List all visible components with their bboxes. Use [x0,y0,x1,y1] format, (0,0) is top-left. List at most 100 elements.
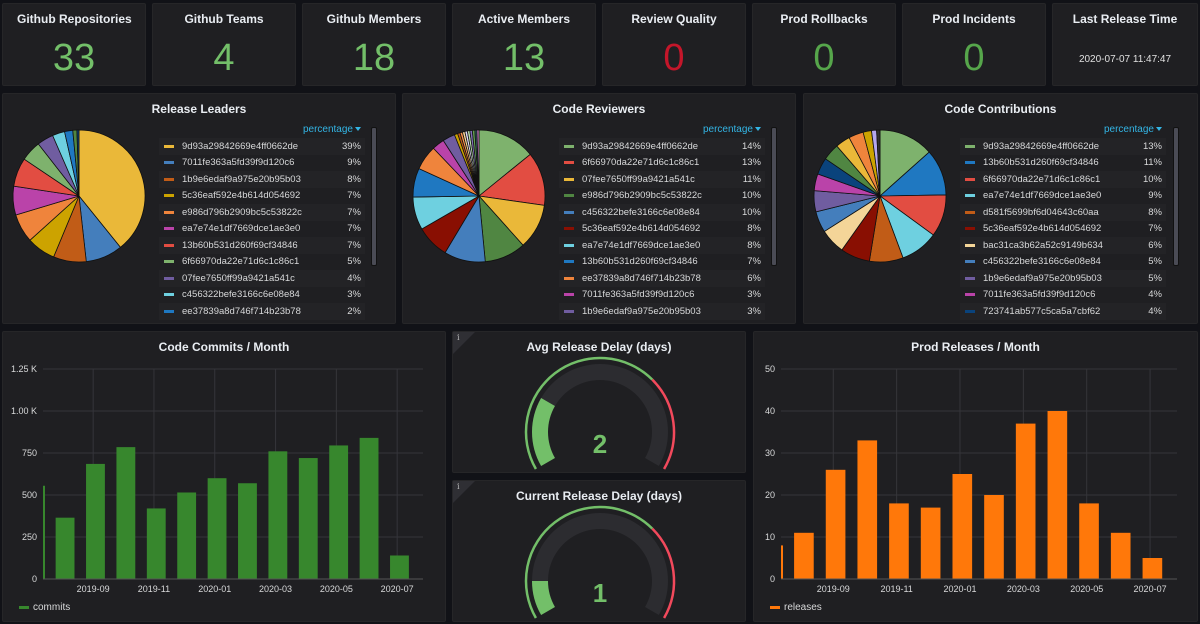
legend-item[interactable]: ea7e74e1df7669dce1ae3e0 9% [960,188,1166,205]
bar-2020-01[interactable] [952,474,973,579]
bar-2020-05[interactable] [1079,503,1099,579]
bar-2019-12[interactable] [920,507,941,579]
stat-title[interactable]: Review Quality [603,12,745,26]
pie-panel-title[interactable]: Code Contributions [804,102,1197,116]
legend-item[interactable]: 7011fe363a5fd39f9d120c6 9% [159,155,365,172]
legend-item[interactable]: 1b9e6edaf9a975e20b95b03 5% [960,270,1166,287]
bar-2019-09[interactable] [86,463,105,579]
stat-title[interactable]: Github Teams [153,12,295,26]
legend-value: 10% [741,206,761,218]
bar-2019-11[interactable] [146,508,166,579]
legend-scrollbar[interactable] [771,127,777,266]
bar-2019-08[interactable] [55,517,75,579]
bar-2020-01[interactable] [207,478,227,579]
bar-2019-10[interactable] [116,447,136,579]
legend-item[interactable]: 07fee7650ff99a9421a541c 4% [159,270,365,287]
bar-2020-02[interactable] [984,495,1004,579]
legend-item[interactable]: 7011fe363a5fd39f9d120c6 3% [559,287,765,304]
bar-2019-12[interactable] [177,492,197,579]
bar-2019-07[interactable] [781,545,783,579]
legend-item[interactable]: 07fee7650ff99a9421a541c 11% [559,171,765,188]
legend-item[interactable]: 5c36eaf592e4b614d054692 8% [559,221,765,238]
bar-2019-08[interactable] [794,532,814,579]
stat-title[interactable]: Prod Rollbacks [753,12,895,26]
releases-legend[interactable]: releases [770,602,822,613]
legend-rows: 9d93a29842669e4ff0662de 13% 13b60b531d260f… [960,138,1166,320]
stat-title[interactable]: Last Release Time [1053,12,1197,26]
stat-title[interactable]: Github Members [303,12,445,26]
bar-2020-02[interactable] [238,483,257,579]
releases-legend-label: releases [784,602,822,613]
bar-2019-10[interactable] [857,440,878,579]
legend-swatch [564,276,574,280]
legend-item[interactable]: c456322befe3166c6e08e84 3% [159,287,365,304]
stat-title[interactable]: Github Repositories [17,12,145,26]
legend-item[interactable]: 9d93a29842669e4ff0662de 13% [960,138,1166,155]
legend-item[interactable]: 9d93a29842669e4ff0662de 14% [559,138,765,155]
legend-value: 39% [341,140,361,152]
y-tick-label: 10 [765,532,775,542]
legend-label: 13b60b531d260f69cf34846 [983,157,1099,169]
y-tick-label: 750 [22,448,37,458]
bar-2020-03[interactable] [1015,423,1036,579]
legend-item[interactable]: 13b60b531d260f69cf34846 11% [960,155,1166,172]
legend-sort-header[interactable]: percentage [159,122,365,138]
legend-sort-header[interactable]: percentage [559,122,765,138]
x-tick-label: 2019-11 [138,584,170,594]
legend-item[interactable]: c456322befe3166c6e08e84 10% [559,204,765,221]
legend-item[interactable]: 1b9e6edaf9a975e20b95b03 3% [559,303,765,320]
bar-2020-04[interactable] [298,458,318,579]
legend-item[interactable]: d581f5699bf6d04643c60aa 8% [960,204,1166,221]
bar-2019-11[interactable] [889,503,909,579]
legend-item[interactable]: ee37839a8d746f714b23b78 6% [559,270,765,287]
legend-value: 4% [1148,289,1162,301]
legend-item[interactable]: 9d93a29842669e4ff0662de 39% [159,138,365,155]
legend-item[interactable]: c456322befe3166c6e08e84 5% [960,254,1166,271]
legend-item[interactable]: 6f66970da22e71d6c1c86c1 13% [559,155,765,172]
legend-item[interactable]: 7011fe363a5fd39f9d120c6 4% [960,287,1166,304]
legend-scrollbar[interactable] [1173,127,1179,266]
legend-scrollbar[interactable] [371,127,377,266]
stat-title[interactable]: Active Members [453,12,595,26]
legend-sort-header[interactable]: percentage [960,122,1166,138]
legend-label: 7011fe363a5fd39f9d120c6 [983,289,1096,301]
legend-label: 9d93a29842669e4ff0662de [182,140,299,152]
legend-item[interactable]: 6f66970da22e71d6c1c86c1 10% [960,171,1166,188]
legend-item[interactable]: bac31ca3b62a52c9149b634 6% [960,237,1166,254]
legend-label: 7011fe363a5fd39f9d120c6 [182,157,295,169]
legend-item[interactable]: 13b60b531d260f69cf34846 7% [159,237,365,254]
legend-item[interactable]: 1b9e6edaf9a975e20b95b03 8% [159,171,365,188]
bar-2019-07[interactable] [43,485,45,579]
pie-panel-title[interactable]: Release Leaders [3,102,395,116]
bar-2020-03[interactable] [268,451,288,579]
legend-item[interactable]: 5c36eaf592e4b614d054692 7% [960,221,1166,238]
stat-panel-active-members: Active Members 13 [452,3,596,86]
legend-label: 7011fe363a5fd39f9d120c6 [582,289,695,301]
legend-label: d581f5699bf6d04643c60aa [983,206,1099,218]
bar-2020-06[interactable] [359,437,379,579]
x-tick-label: 2019-09 [817,584,850,594]
pie-panel-release-leaders: Release Leaders percentage 9d93a29842669e4… [2,93,396,324]
bar-2020-05[interactable] [329,445,349,579]
bar-2020-06[interactable] [1110,532,1131,579]
legend-label: ee37839a8d746f714b23b78 [182,305,301,317]
stat-title[interactable]: Prod Incidents [903,12,1045,26]
legend-item[interactable]: 13b60b531d260f69cf34846 7% [559,254,765,271]
x-tick-label: 2020-07 [381,584,414,594]
bar-2020-07[interactable] [1142,558,1163,579]
stat-panel-prod-rollbacks: Prod Rollbacks 0 [752,3,896,86]
legend-item[interactable]: 6f66970da22e71d6c1c86c1 5% [159,254,365,271]
legend-value: 6% [747,272,761,284]
bar-2019-09[interactable] [825,469,846,579]
legend-item[interactable]: e986d796b2909bc5c53822c 7% [159,204,365,221]
legend-item[interactable]: 5c36eaf592e4b614d054692 7% [159,188,365,205]
legend-item[interactable]: ee37839a8d746f714b23b78 2% [159,303,365,320]
legend-item[interactable]: ea7e74e1df7669dce1ae3e0 7% [159,221,365,238]
legend-item[interactable]: e986d796b2909bc5c53822c 10% [559,188,765,205]
bar-2020-04[interactable] [1047,411,1068,579]
pie-panel-title[interactable]: Code Reviewers [403,102,795,116]
legend-item[interactable]: ea7e74e1df7669dce1ae3e0 8% [559,237,765,254]
commits-legend[interactable]: commits [19,602,70,613]
legend-item[interactable]: 723741ab577c5ca5a7cbf62 4% [960,303,1166,320]
bar-2020-07[interactable] [390,555,409,579]
